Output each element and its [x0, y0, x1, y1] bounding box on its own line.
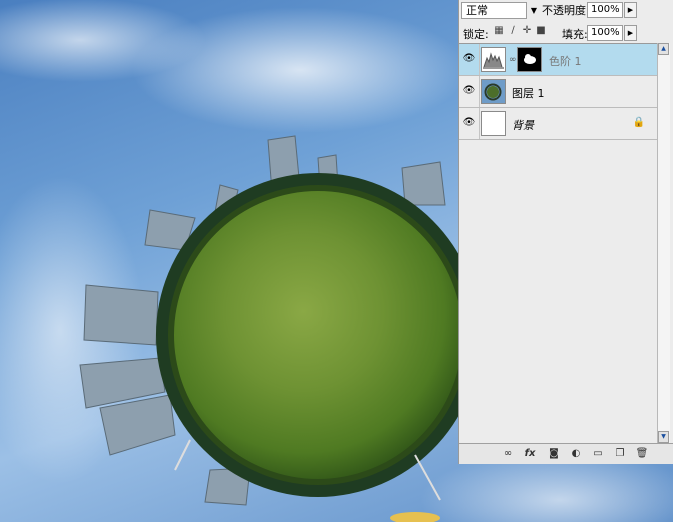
- layer-thumbnail[interactable]: [481, 111, 506, 136]
- layer-row-background[interactable]: 👁 背景 🔒: [459, 108, 657, 140]
- scroll-down-icon[interactable]: ▼: [658, 431, 669, 443]
- scroll-up-icon[interactable]: ▲: [658, 43, 669, 55]
- layers-list: 👁 ∞ 色阶 1 👁 图层 1 👁 背景 🔒: [459, 43, 657, 444]
- lock-icon[interactable]: ■: [535, 25, 547, 37]
- layer-name[interactable]: 背景: [512, 117, 534, 133]
- layers-toolbar: ∞ fx ◙ ◐ ▭ ❐ 🗑: [459, 443, 673, 464]
- opacity-input[interactable]: 100%: [587, 2, 623, 18]
- layer-row-layer1[interactable]: 👁 图层 1: [459, 76, 657, 108]
- blend-opacity-row: 正常 ▼ 不透明度: 100% ▶: [459, 0, 673, 22]
- eye-icon[interactable]: 👁: [462, 85, 476, 97]
- mask-icon[interactable]: ◙: [547, 447, 561, 460]
- vertical-scrollbar[interactable]: ▲ ▼: [657, 43, 670, 443]
- divider: [479, 44, 480, 75]
- lock-fill-row: 锁定: ▦ ∕ ✛ ■ 填充: 100% ▶: [459, 22, 673, 42]
- divider: [479, 108, 480, 139]
- layer-name[interactable]: 图层 1: [512, 85, 545, 101]
- lock-transparent-icon[interactable]: ▦: [493, 25, 505, 37]
- layer-name[interactable]: 色阶 1: [549, 53, 582, 69]
- brush-icon[interactable]: ∕: [507, 25, 519, 37]
- layer-row-levels[interactable]: 👁 ∞ 色阶 1: [459, 44, 657, 76]
- link-icon[interactable]: ∞: [509, 55, 517, 65]
- adjustment-icon[interactable]: ◐: [569, 447, 583, 460]
- folder-icon[interactable]: ▭: [591, 447, 605, 460]
- layers-panel: 正常 ▼ 不透明度: 100% ▶ 锁定: ▦ ∕ ✛ ■ 填充: 100% ▶…: [458, 0, 673, 464]
- lock-icon: 🔒: [632, 117, 645, 128]
- fill-input[interactable]: 100%: [587, 25, 623, 41]
- fill-slider-button[interactable]: ▶: [624, 25, 637, 41]
- chevron-down-icon[interactable]: ▼: [529, 2, 539, 19]
- layer-thumbnail[interactable]: [481, 79, 506, 104]
- opacity-slider-button[interactable]: ▶: [624, 2, 637, 18]
- mask-thumbnail[interactable]: [517, 47, 542, 72]
- trash-icon[interactable]: 🗑: [635, 447, 649, 460]
- eye-icon[interactable]: 👁: [462, 53, 476, 65]
- divider: [479, 76, 480, 107]
- levels-icon[interactable]: [481, 47, 506, 72]
- new-layer-icon[interactable]: ❐: [613, 447, 627, 460]
- opacity-label: 不透明度:: [542, 4, 590, 17]
- move-icon[interactable]: ✛: [521, 25, 533, 37]
- blend-mode-select[interactable]: 正常: [461, 2, 527, 19]
- lock-label: 锁定:: [463, 28, 489, 41]
- fx-icon[interactable]: fx: [523, 447, 537, 460]
- fill-label: 填充:: [562, 28, 588, 41]
- eye-icon[interactable]: 👁: [462, 117, 476, 129]
- link-icon[interactable]: ∞: [501, 447, 515, 460]
